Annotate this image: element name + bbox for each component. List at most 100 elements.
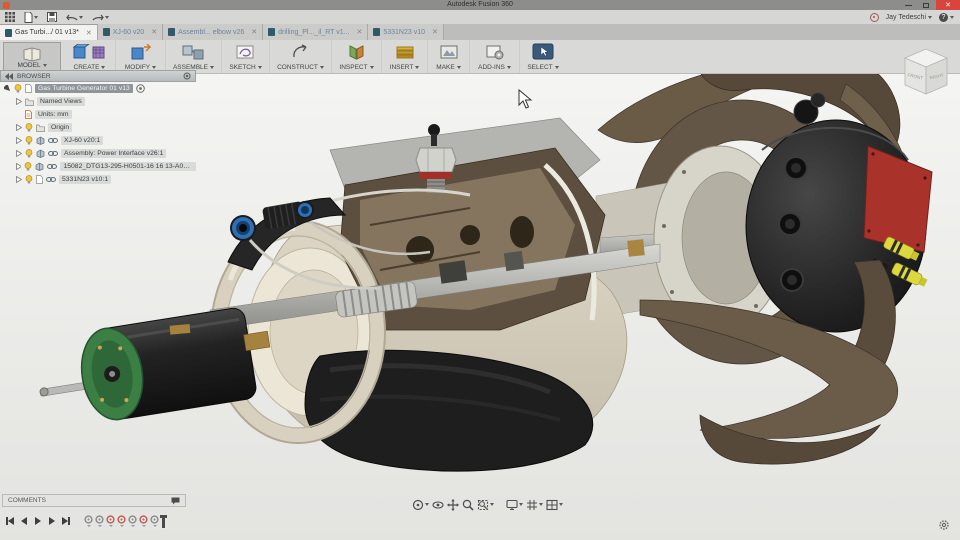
user-menu[interactable]: Jay Tedeschi: [886, 14, 932, 21]
timeline-bar: [4, 513, 167, 529]
expand-caret-icon[interactable]: [16, 124, 22, 131]
expand-caret-icon[interactable]: [16, 137, 22, 144]
grid-and-snaps-button[interactable]: [526, 499, 543, 511]
tab-label: Gas Turbi.../ 01 v13*: [15, 29, 79, 36]
look-at-button[interactable]: [432, 499, 444, 511]
close-button[interactable]: ✕: [936, 0, 960, 10]
component-icon: [36, 149, 45, 158]
maximize-button[interactable]: [918, 0, 934, 10]
menu-modify[interactable]: MODIFY: [116, 40, 166, 73]
menu-make[interactable]: MAKE: [428, 40, 470, 73]
timeline-feature-icon[interactable]: [95, 515, 104, 527]
activate-radio-icon[interactable]: [136, 84, 145, 93]
item-label: Origin: [48, 123, 72, 132]
tab-close-icon[interactable]: ✕: [251, 28, 257, 36]
comments-bar[interactable]: COMMENTS: [2, 494, 186, 507]
expand-caret-icon[interactable]: [4, 85, 11, 92]
timeline-marker[interactable]: [162, 515, 165, 528]
visibility-bulb-icon[interactable]: [14, 84, 22, 93]
tab-close-icon[interactable]: ✕: [86, 29, 92, 37]
menu-add-ins[interactable]: ADD-INS: [470, 40, 520, 73]
browser-root-row[interactable]: Gas Turbine Generator 01 v13: [0, 82, 196, 95]
browser-item-row[interactable]: XJ-60 v20:1: [0, 134, 196, 147]
visibility-bulb-icon[interactable]: [25, 149, 33, 158]
menu-create[interactable]: CREATE: [64, 40, 116, 73]
panel-options-icon[interactable]: [183, 72, 191, 80]
browser-item-row[interactable]: 15082_DTG13-295-H0501-16 16 13-A01_Ge...: [0, 160, 196, 173]
step-back-button[interactable]: [18, 516, 29, 527]
go-to-end-button[interactable]: [60, 516, 71, 527]
go-to-start-button[interactable]: [4, 516, 15, 527]
navigation-bar: [412, 498, 563, 511]
menu-construct[interactable]: CONSTRUCT: [270, 40, 332, 73]
app-grid-icon[interactable]: [5, 12, 15, 22]
tab-close-icon[interactable]: ✕: [151, 28, 157, 36]
undo-icon[interactable]: [66, 13, 83, 22]
pan-button[interactable]: [447, 499, 459, 511]
item-label: 15082_DTG13-295-H0501-16 16 13-A01_Ge...: [60, 162, 196, 171]
settings-gear-icon[interactable]: [938, 518, 950, 536]
timeline-feature-icon[interactable]: [128, 515, 137, 527]
menu-inspect[interactable]: INSPECT: [332, 40, 382, 73]
document-icon: [373, 28, 380, 36]
fit-button[interactable]: [477, 499, 494, 511]
visibility-bulb-icon[interactable]: [24, 162, 32, 171]
menu-insert[interactable]: INSERT: [382, 40, 428, 73]
red-plate[interactable]: [864, 146, 932, 252]
visibility-bulb-icon[interactable]: [25, 136, 33, 145]
play-button[interactable]: [32, 516, 43, 527]
document-icon: [25, 84, 32, 93]
visibility-bulb-icon[interactable]: [25, 175, 33, 184]
doc-tab[interactable]: XJ-60 v20 ✕: [98, 24, 163, 40]
timeline-feature-icon[interactable]: [150, 515, 159, 527]
doc-tab[interactable]: Gas Turbi.../ 01 v13* ✕: [0, 24, 98, 40]
menu-select[interactable]: SELECT: [520, 40, 566, 73]
browser-item-row[interactable]: Units: mm: [0, 108, 196, 121]
comment-bubble-icon: [171, 497, 180, 505]
visibility-bulb-icon[interactable]: [25, 123, 33, 132]
workspace-selector[interactable]: MODEL: [3, 42, 61, 71]
redo-icon[interactable]: [92, 13, 109, 22]
tab-close-icon[interactable]: ✕: [356, 28, 362, 36]
collapse-panel-icon[interactable]: [5, 73, 13, 80]
expand-caret-icon[interactable]: [16, 150, 22, 157]
app-window: Autodesk Fusion 360 ✕ Jay Tedeschi ? Gas…: [0, 0, 960, 540]
menu-sketch[interactable]: SKETCH: [222, 40, 270, 73]
step-forward-button[interactable]: [46, 516, 57, 527]
file-menu-icon[interactable]: [24, 12, 38, 23]
item-label: Named Views: [37, 97, 85, 106]
tab-label: XJ-60 v20: [113, 29, 145, 36]
doc-tab[interactable]: drilling_Pl..._il_RT v1...✕: [263, 24, 368, 40]
timeline-feature-icon[interactable]: [106, 515, 115, 527]
document-icon: [268, 28, 275, 36]
component-icon: [35, 162, 44, 171]
browser-item-row[interactable]: Origin: [0, 121, 196, 134]
timeline-feature-icon[interactable]: [139, 515, 148, 527]
browser-item-row[interactable]: Assembly: Power Interface v26:1: [0, 147, 196, 160]
browser-item-row[interactable]: 5331N23 v10:1: [0, 173, 196, 186]
notification-icon[interactable]: [870, 13, 879, 22]
browser-item-row[interactable]: Named Views: [0, 95, 196, 108]
minimize-button[interactable]: [900, 0, 916, 10]
timeline-feature-icon[interactable]: [84, 515, 93, 527]
document-icon: [36, 175, 43, 184]
zoom-button[interactable]: [462, 499, 474, 511]
save-icon[interactable]: [47, 12, 57, 22]
account-area: Jay Tedeschi ?: [870, 10, 954, 24]
view-cube[interactable]: FRONT RIGHT: [898, 44, 954, 102]
orbit-button[interactable]: [412, 499, 429, 511]
comments-label: COMMENTS: [8, 497, 46, 504]
doc-tab[interactable]: Assembl... elbow v26✕: [163, 24, 263, 40]
menu-assemble[interactable]: ASSEMBLE: [166, 40, 222, 73]
display-settings-button[interactable]: [506, 499, 523, 511]
expand-caret-icon[interactable]: [16, 98, 22, 105]
timeline-feature-icon[interactable]: [117, 515, 126, 527]
doc-tab[interactable]: 5331N23 v10✕: [368, 24, 444, 40]
root-label: Gas Turbine Generator 01 v13: [35, 84, 133, 93]
browser-header[interactable]: BROWSER: [0, 70, 196, 82]
expand-caret-icon[interactable]: [16, 163, 21, 170]
viewports-button[interactable]: [546, 499, 563, 511]
help-menu[interactable]: ?: [939, 13, 954, 22]
tab-close-icon[interactable]: ✕: [432, 28, 438, 36]
expand-caret-icon[interactable]: [16, 176, 22, 183]
